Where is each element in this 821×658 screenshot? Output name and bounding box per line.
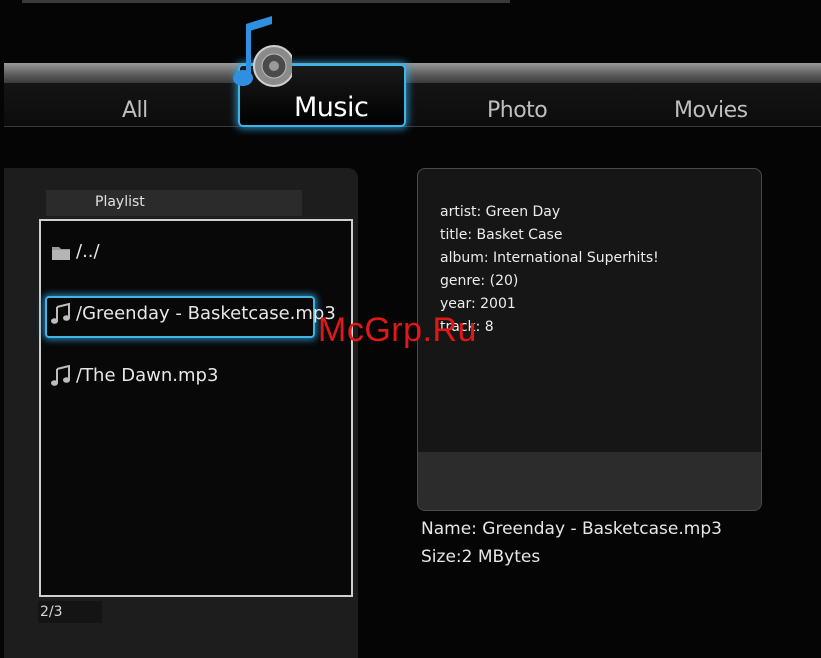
music-note-icon xyxy=(51,303,70,324)
file-list xyxy=(39,219,353,597)
meta-artist: artist: Green Day xyxy=(440,204,561,220)
tab-movies[interactable]: Movies xyxy=(674,98,748,123)
list-item-label: /Greenday - Basketcase.mp3 xyxy=(76,303,336,324)
music-note-speaker-icon xyxy=(233,16,292,87)
playlist-header: Playlist xyxy=(46,190,302,216)
list-item-parent-folder[interactable]: /../ xyxy=(50,241,100,263)
page-indicator: 2/3 xyxy=(40,604,63,620)
list-item-label: /The Dawn.mp3 xyxy=(76,365,219,386)
music-note-icon xyxy=(51,365,70,386)
file-name: Name: Greenday - Basketcase.mp3 xyxy=(421,519,722,539)
tab-all[interactable]: All xyxy=(122,98,148,123)
meta-genre: genre: (20) xyxy=(440,273,519,289)
tab-photo[interactable]: Photo xyxy=(487,98,548,123)
top-strip xyxy=(22,0,510,3)
meta-year: year: 2001 xyxy=(440,296,516,312)
folder-icon xyxy=(52,247,70,260)
media-player-screen: All Music Photo Movies Playlist /../ /Gr… xyxy=(0,0,821,658)
playlist-title: Playlist xyxy=(95,194,145,210)
list-item-the-dawn[interactable]: /The Dawn.mp3 xyxy=(50,365,218,387)
tab-music-label: Music xyxy=(294,92,369,123)
meta-title: title: Basket Case xyxy=(440,227,563,243)
list-item-label: /../ xyxy=(76,241,100,262)
file-size: Size:2 MBytes xyxy=(421,547,541,567)
list-item-greenday-basketcase[interactable]: /Greenday - Basketcase.mp3 xyxy=(50,303,336,325)
watermark: McGrp.Ru xyxy=(318,311,477,349)
meta-album: album: International Superhits! xyxy=(440,250,659,266)
